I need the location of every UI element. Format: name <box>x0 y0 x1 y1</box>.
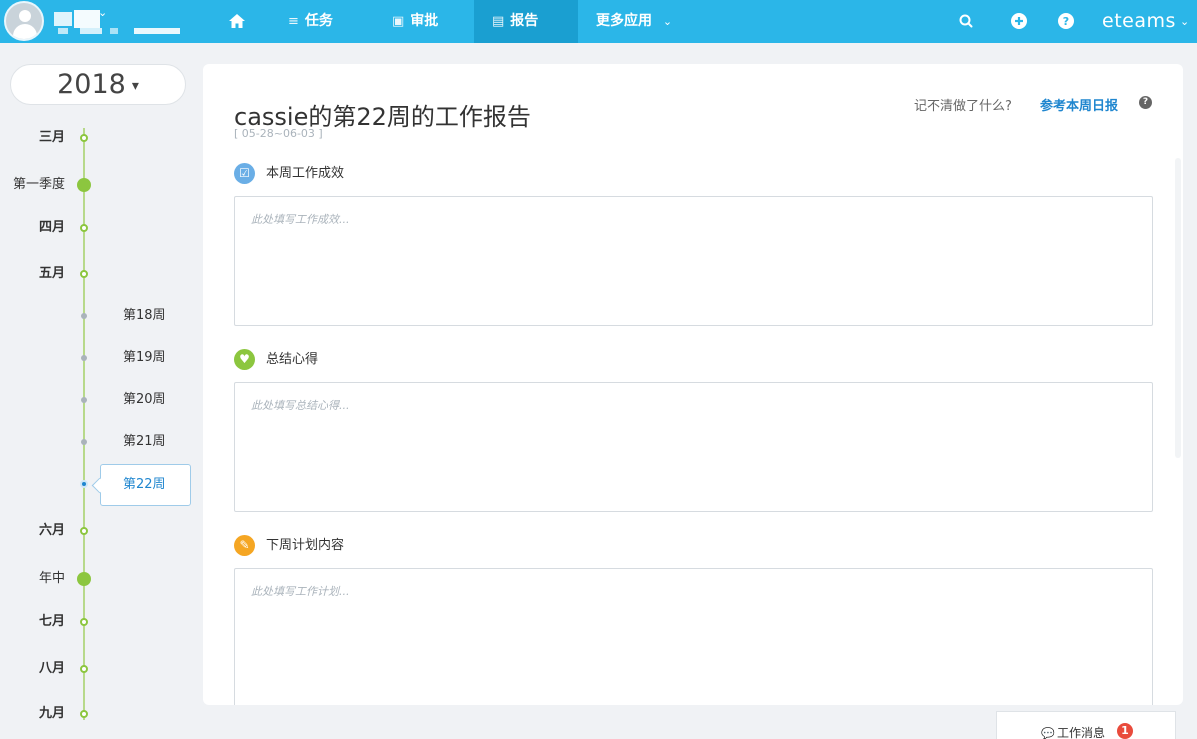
avatar-head-shape <box>19 10 31 22</box>
timeline-dot <box>80 710 88 718</box>
timeline-month-item[interactable]: 五月 <box>0 262 195 286</box>
timeline-month-item[interactable]: 七月 <box>0 610 195 634</box>
help-icon[interactable]: ? <box>1139 96 1152 109</box>
timeline-week-label: 第19周 <box>123 350 166 365</box>
checkbox-icon: ☑ <box>234 163 255 184</box>
timeline-week-item-active[interactable]: 第22周 <box>0 464 195 506</box>
work-messages-bar[interactable]: 💬 工作消息 1 <box>996 711 1176 739</box>
timeline-dot <box>77 572 91 586</box>
timeline-month-label: 七月 <box>38 614 65 629</box>
timeline-week-item[interactable]: 第19周 <box>0 346 195 370</box>
pencil-icon: ✎ <box>234 535 255 556</box>
nav-tab-more-apps[interactable]: 更多应用 ⌄ <box>578 0 690 43</box>
timeline-month-label: 五月 <box>38 266 65 281</box>
nav-tab-label: 审批 <box>410 13 439 29</box>
timeline-week-label: 第20周 <box>123 392 166 407</box>
top-navigation-bar: ⌄ ≡ 任务 ▣ 审批 ▤ 报告 更多应用 ⌄ ? eteams ⌄ <box>0 0 1197 43</box>
list-icon: ≡ <box>288 14 299 29</box>
search-icon[interactable] <box>957 12 975 30</box>
timeline-dot <box>77 178 91 192</box>
chat-bubble-icon: 💬 <box>1041 727 1055 739</box>
timeline-dot <box>81 439 87 445</box>
timeline-dot <box>80 270 88 278</box>
section-title: 总结心得 <box>266 352 319 367</box>
timeline-month-label: 六月 <box>38 523 65 538</box>
achievements-textarea[interactable] <box>234 196 1153 326</box>
timeline-month-label: 八月 <box>38 661 65 676</box>
chevron-down-icon: ⌄ <box>662 15 673 28</box>
add-circle-icon[interactable] <box>1010 12 1028 30</box>
user-avatar[interactable] <box>4 1 44 41</box>
timeline-week-item[interactable]: 第18周 <box>0 304 195 328</box>
scrollbar-track[interactable] <box>1175 158 1181 458</box>
timeline-quarter-item[interactable]: 第一季度 <box>0 173 195 197</box>
active-week-label[interactable]: 第22周 <box>100 464 191 506</box>
timeline-week-label: 第21周 <box>123 434 166 449</box>
timeline-week-item[interactable]: 第20周 <box>0 388 195 412</box>
timeline-month-label: 四月 <box>38 220 65 235</box>
timeline-dot <box>81 313 87 319</box>
approval-icon: ▣ <box>392 14 405 29</box>
nav-tab-report[interactable]: ▤ 报告 <box>474 0 578 43</box>
section-title: 下周计划内容 <box>266 538 345 553</box>
timeline-quarter-item[interactable]: 年中 <box>0 567 195 591</box>
timeline-quarter-label: 年中 <box>38 571 65 586</box>
forgot-hint-text: 记不清做了什么? <box>914 99 1012 114</box>
help-circle-icon[interactable]: ? <box>1057 12 1075 30</box>
avatar-body-shape <box>13 24 37 39</box>
timeline-month-label: 三月 <box>38 130 65 145</box>
nav-tab-label: 报告 <box>510 13 539 29</box>
unread-count-badge: 1 <box>1117 723 1133 739</box>
year-value: 2018 <box>57 69 126 100</box>
nav-tab-label: 任务 <box>304 13 333 29</box>
timeline-month-label: 九月 <box>38 706 65 721</box>
timeline-dot-active <box>80 480 88 488</box>
user-menu-chevron-icon[interactable]: ⌄ <box>98 6 107 19</box>
next-week-plan-textarea[interactable] <box>234 568 1153 705</box>
heart-icon: ♥ <box>234 349 255 370</box>
pixelated-user-name[interactable] <box>52 8 182 36</box>
nav-tab-label: 更多应用 <box>596 13 652 29</box>
messages-label: 工作消息 <box>1057 726 1106 739</box>
timeline-month-item[interactable]: 九月 <box>0 702 195 726</box>
timeline-month-item[interactable]: 三月 <box>0 126 195 150</box>
timeline-quarter-label: 第一季度 <box>12 177 65 192</box>
timeline-dot <box>80 134 88 142</box>
svg-text:?: ? <box>1063 15 1069 28</box>
nav-tab-tasks[interactable]: ≡ 任务 <box>270 0 351 43</box>
timeline-dot <box>81 355 87 361</box>
timeline-month-item[interactable]: 八月 <box>0 657 195 681</box>
brand-chevron-icon[interactable]: ⌄ <box>1180 15 1189 28</box>
timeline-week-item[interactable]: 第21周 <box>0 430 195 454</box>
caret-down-icon: ▾ <box>131 77 139 94</box>
timeline-dot <box>81 397 87 403</box>
timeline-month-item[interactable]: 六月 <box>0 519 195 543</box>
timeline-week-label: 第18周 <box>123 308 166 323</box>
report-date-range: [ 05-28~06-03 ] <box>234 127 323 140</box>
home-icon[interactable] <box>228 13 246 29</box>
timeline-dot <box>80 618 88 626</box>
timeline-dot <box>80 224 88 232</box>
report-card: cassie的第22周的工作报告 [ 05-28~06-03 ] 记不清做了什么… <box>203 64 1183 705</box>
timeline-month-item[interactable]: 四月 <box>0 216 195 240</box>
year-selector[interactable]: 2018 ▾ <box>10 64 186 105</box>
section-title: 本周工作成效 <box>266 166 345 181</box>
nav-tab-approval[interactable]: ▣ 审批 <box>374 0 456 43</box>
report-icon: ▤ <box>492 14 505 29</box>
timeline-dot <box>80 665 88 673</box>
summary-textarea[interactable] <box>234 382 1153 512</box>
timeline-dot <box>80 527 88 535</box>
brand-logo-text[interactable]: eteams <box>1102 0 1176 43</box>
reference-daily-report-link[interactable]: 参考本周日报 <box>1040 95 1118 114</box>
